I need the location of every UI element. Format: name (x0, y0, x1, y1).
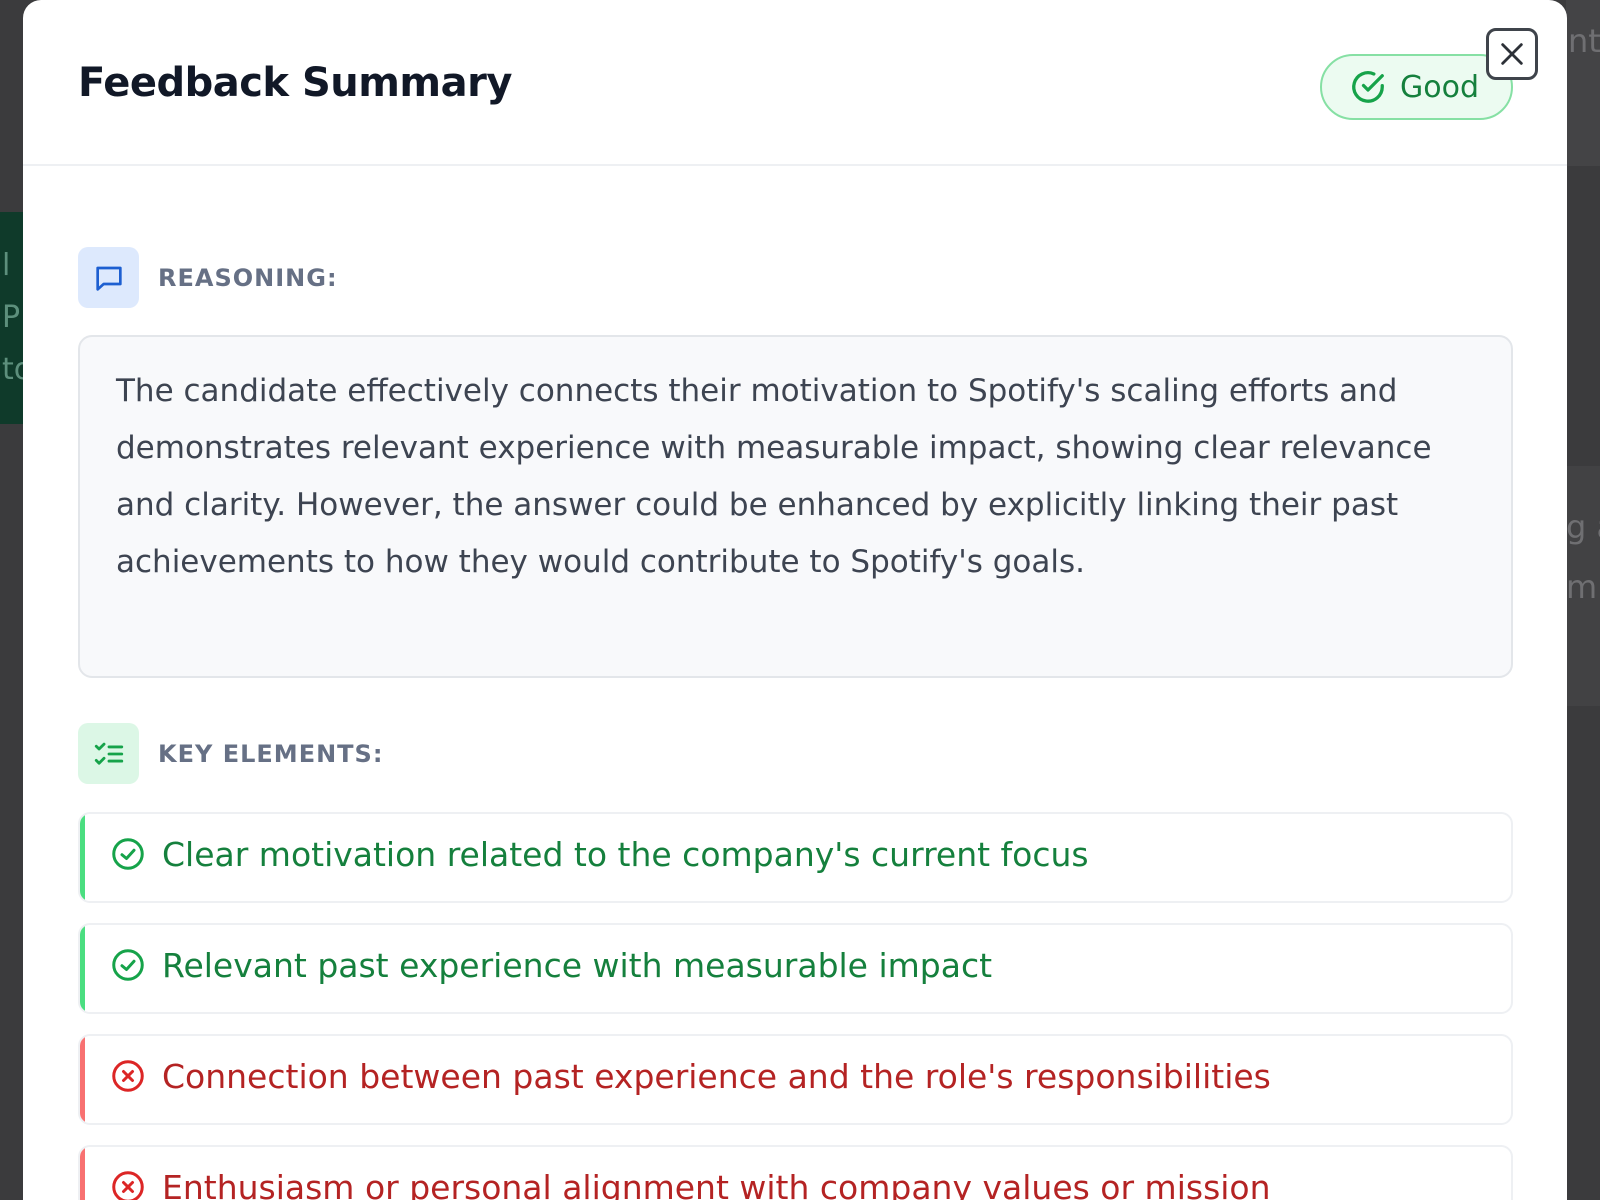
reasoning-icon-tile (78, 247, 139, 308)
close-button[interactable] (1486, 28, 1538, 80)
rating-badge: Good (1320, 54, 1513, 120)
check-circle-icon (112, 837, 144, 870)
key-element-item: Connection between past experience and t… (78, 1034, 1513, 1125)
key-element-text: Enthusiasm or personal alignment with co… (162, 1168, 1271, 1200)
reasoning-text: The candidate effectively connects their… (116, 373, 1432, 580)
key-element-item: Relevant past experience with measurable… (78, 923, 1513, 1014)
x-circle-icon (112, 1170, 144, 1200)
key-element-text: Clear motivation related to the company'… (162, 835, 1089, 874)
key-element-text: Connection between past experience and t… (162, 1057, 1271, 1096)
modal-title: Feedback Summary (78, 60, 512, 106)
rating-label: Good (1400, 69, 1479, 105)
key-element-item: Enthusiasm or personal alignment with co… (78, 1145, 1513, 1200)
message-square-icon (95, 266, 122, 291)
reasoning-box: The candidate effectively connects their… (78, 335, 1513, 678)
key-element-item: Clear motivation related to the company'… (78, 812, 1513, 903)
x-icon (1501, 43, 1523, 65)
key-elements-label: KEY ELEMENTS: (158, 739, 384, 768)
key-elements-list: Clear motivation related to the company'… (78, 812, 1513, 1200)
x-circle-icon (112, 1059, 144, 1092)
check-circle-icon (112, 948, 144, 981)
modal-header: Feedback Summary Good (23, 0, 1567, 166)
key-element-text: Relevant past experience with measurable… (162, 946, 993, 985)
reasoning-heading: REASONING: (78, 247, 338, 308)
reasoning-label: REASONING: (158, 263, 338, 292)
key-elements-heading: KEY ELEMENTS: (78, 723, 383, 784)
key-elements-icon-tile (78, 723, 139, 784)
feedback-modal: Feedback Summary Good REASONING: The can… (23, 0, 1567, 1200)
background-right-line: g a (1566, 508, 1600, 546)
background-right-text: nts (1568, 22, 1600, 60)
background-right-line: m (1566, 568, 1598, 606)
check-circle-icon (1352, 71, 1384, 103)
list-checks-icon (94, 742, 123, 765)
